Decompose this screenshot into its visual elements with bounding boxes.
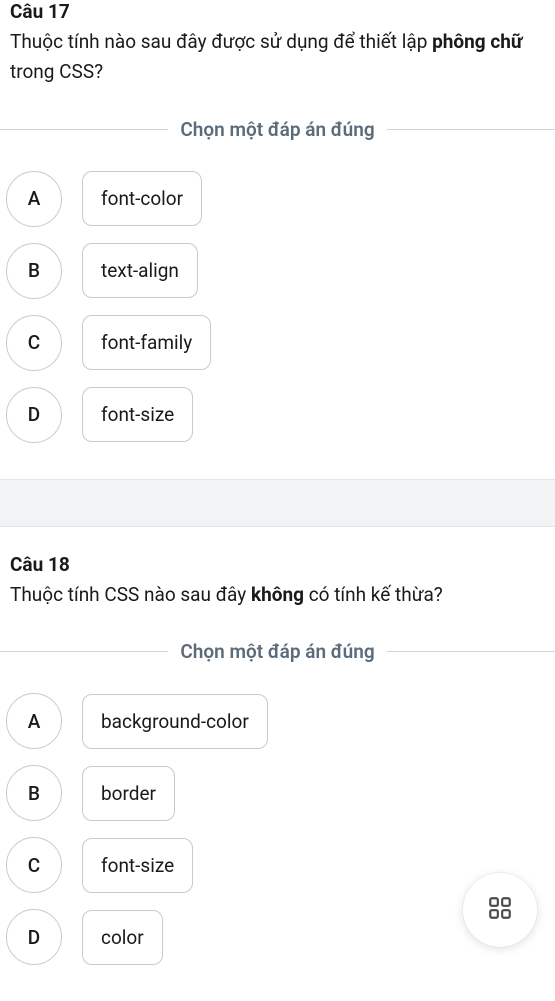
question-text: Thuộc tính CSS nào sau đây không có tính… <box>10 580 545 610</box>
option-letter: A <box>6 171 62 227</box>
question-block-17: Câu 17 Thuộc tính nào sau đây được sử dụ… <box>0 0 555 479</box>
option-text: text-align <box>82 243 198 298</box>
option-row-a[interactable]: A background-color <box>6 693 549 749</box>
option-text: border <box>82 766 175 821</box>
option-row-c[interactable]: C font-family <box>6 315 549 371</box>
option-text: font-size <box>82 838 193 893</box>
option-row-a[interactable]: A font-color <box>6 171 549 227</box>
option-letter: B <box>6 243 62 299</box>
options-list: A background-color B border C font-size … <box>0 693 555 1001</box>
question-text: Thuộc tính nào sau đây được sử dụng để t… <box>10 27 545 88</box>
option-text: font-color <box>82 171 202 226</box>
option-letter: C <box>6 837 62 893</box>
grid-icon <box>487 895 513 925</box>
option-row-b[interactable]: B text-align <box>6 243 549 299</box>
question-number: Câu 17 <box>10 0 545 23</box>
divider-line <box>0 129 168 130</box>
prompt-divider: Chọn một đáp án đúng <box>0 118 555 141</box>
option-text: color <box>82 910 163 965</box>
question-header: Câu 18 Thuộc tính CSS nào sau đây không … <box>0 553 555 622</box>
fab-grid-button[interactable] <box>463 873 537 947</box>
question-header: Câu 17 Thuộc tính nào sau đây được sử dụ… <box>0 0 555 100</box>
option-row-d[interactable]: D font-size <box>6 387 549 443</box>
option-letter: D <box>6 909 62 965</box>
section-gap <box>0 479 555 527</box>
option-text: font-size <box>82 387 193 442</box>
divider-line <box>387 129 555 130</box>
option-letter: B <box>6 765 62 821</box>
option-row-c[interactable]: C font-size <box>6 837 549 893</box>
option-text: background-color <box>82 694 268 749</box>
option-letter: D <box>6 387 62 443</box>
options-list: A font-color B text-align C font-family … <box>0 171 555 479</box>
prompt-text: Chọn một đáp án đúng <box>180 118 374 141</box>
prompt-divider: Chọn một đáp án đúng <box>0 640 555 663</box>
option-text: font-family <box>82 315 211 370</box>
divider-line <box>387 651 555 652</box>
divider-line <box>0 651 168 652</box>
option-letter: A <box>6 693 62 749</box>
prompt-text: Chọn một đáp án đúng <box>180 640 374 663</box>
question-number: Câu 18 <box>10 553 545 576</box>
option-row-b[interactable]: B border <box>6 765 549 821</box>
option-letter: C <box>6 315 62 371</box>
